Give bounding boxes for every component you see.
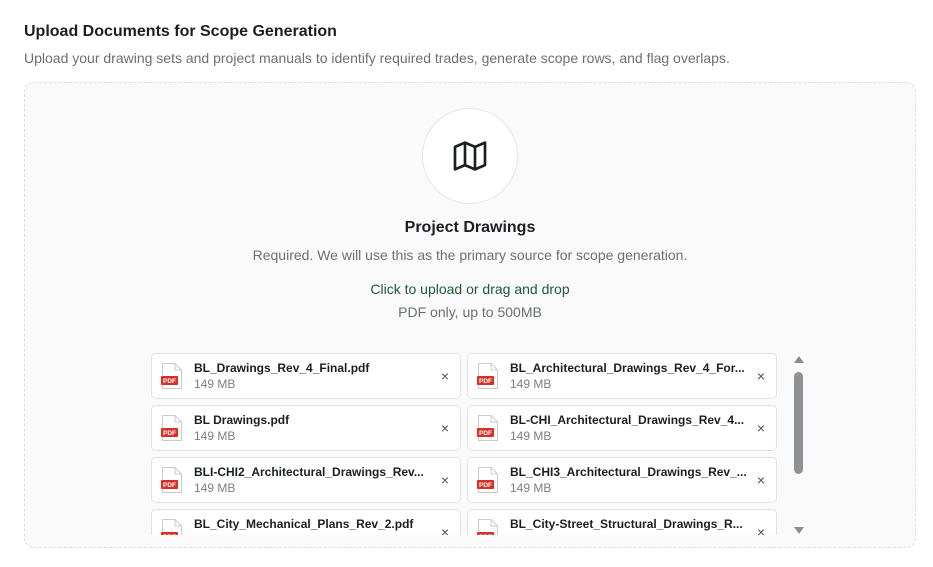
pdf-icon: PDF — [161, 467, 182, 493]
file-name: BL_Architectural_Drawings_Rev_4_For... — [510, 361, 745, 375]
close-icon[interactable]: × — [438, 525, 452, 535]
close-icon[interactable]: × — [754, 369, 768, 383]
upload-link[interactable]: Click to upload or drag and drop — [25, 281, 915, 297]
scroll-down-arrow-icon[interactable] — [794, 527, 804, 534]
pdf-icon: PDF — [161, 415, 182, 441]
page-title: Upload Documents for Scope Generation — [24, 23, 337, 40]
file-limit-text: PDF only, up to 500MB — [398, 304, 542, 320]
file-card: PDF BL_CHI3_Architectural_Drawings_Rev_..… — [467, 457, 777, 503]
file-name: BL-CHI_Architectural_Drawings_Rev_4... — [510, 413, 745, 427]
file-list-scrollbar[interactable] — [791, 356, 807, 534]
file-card: PDF BL-CHI_Architectural_Drawings_Rev_4..… — [467, 405, 777, 451]
file-size: 149 MB — [510, 533, 551, 535]
close-icon[interactable]: × — [754, 525, 768, 535]
file-size: 149 MB — [510, 481, 552, 495]
scroll-thumb[interactable] — [794, 372, 803, 474]
pdf-badge-label: PDF — [163, 430, 176, 437]
dropzone-title: Project Drawings — [404, 219, 536, 236]
pdf-icon: PDF — [161, 363, 182, 389]
pdf-badge-label: PDF — [163, 482, 176, 489]
file-name: BL_CHI3_Architectural_Drawings_Rev_... — [510, 465, 747, 479]
file-card: PDF BL_Architectural_Drawings_Rev_4_For..… — [467, 353, 777, 399]
map-icon — [453, 141, 487, 171]
upload-dropzone[interactable]: Project Drawings Required. We will use t… — [24, 82, 916, 548]
icon-circle — [422, 108, 518, 204]
page-subtitle: Upload your drawing sets and project man… — [24, 50, 730, 66]
page-header: Upload Documents for Scope Generation Up… — [24, 22, 730, 67]
pdf-badge-label: PDF — [479, 482, 492, 489]
file-card: PDF BLI-CHI2_Architectural_Drawings_Rev..… — [151, 457, 461, 503]
pdf-icon: PDF — [477, 519, 498, 535]
scroll-up-arrow-icon[interactable] — [794, 356, 804, 363]
pdf-icon: PDF — [477, 467, 498, 493]
file-name: BL Drawings.pdf — [194, 413, 290, 427]
pdf-badge-label: PDF — [479, 430, 492, 437]
close-icon[interactable]: × — [438, 473, 452, 487]
close-icon[interactable]: × — [754, 473, 768, 487]
file-size: 149 MB — [194, 481, 236, 495]
pdf-icon: PDF — [477, 363, 498, 389]
pdf-badge-label: PDF — [479, 378, 492, 385]
close-icon[interactable]: × — [754, 421, 768, 435]
file-list: PDF BL_Drawings_Rev_4_Final.pdf 149 MB × PDF… — [151, 353, 781, 535]
dropzone-description: Required. We will use this as the primar… — [252, 247, 688, 263]
pdf-icon: PDF — [161, 519, 182, 535]
file-size: 149 MB — [510, 377, 552, 391]
file-name: BL_City_Mechanical_Plans_Rev_2.pdf — [194, 517, 414, 531]
close-icon[interactable]: × — [438, 421, 452, 435]
file-name: BL_Drawings_Rev_4_Final.pdf — [194, 361, 370, 375]
file-card: PDF BL_Drawings_Rev_4_Final.pdf 149 MB × — [151, 353, 461, 399]
file-card: PDF BL Drawings.pdf 149 MB × — [151, 405, 461, 451]
file-size: 149 MB — [194, 429, 236, 443]
close-icon[interactable]: × — [438, 369, 452, 383]
file-card: PDF BL_City_Mechanical_Plans_Rev_2.pdf 149… — [151, 509, 461, 535]
file-name: BLI-CHI2_Architectural_Drawings_Rev... — [194, 465, 424, 479]
pdf-badge-label: PDF — [163, 378, 176, 385]
pdf-icon: PDF — [477, 415, 498, 441]
file-name: BL_City-Street_Structural_Drawings_R... — [510, 517, 743, 531]
file-size: 149 MB — [510, 429, 552, 443]
file-size: 149 MB — [194, 377, 236, 391]
file-card: PDF BL_City-Street_Structural_Drawings_R.… — [467, 509, 777, 535]
pdf-badge-label: PDF — [163, 534, 176, 535]
pdf-badge-label: PDF — [479, 534, 492, 535]
file-size: 149 MB — [194, 533, 235, 535]
